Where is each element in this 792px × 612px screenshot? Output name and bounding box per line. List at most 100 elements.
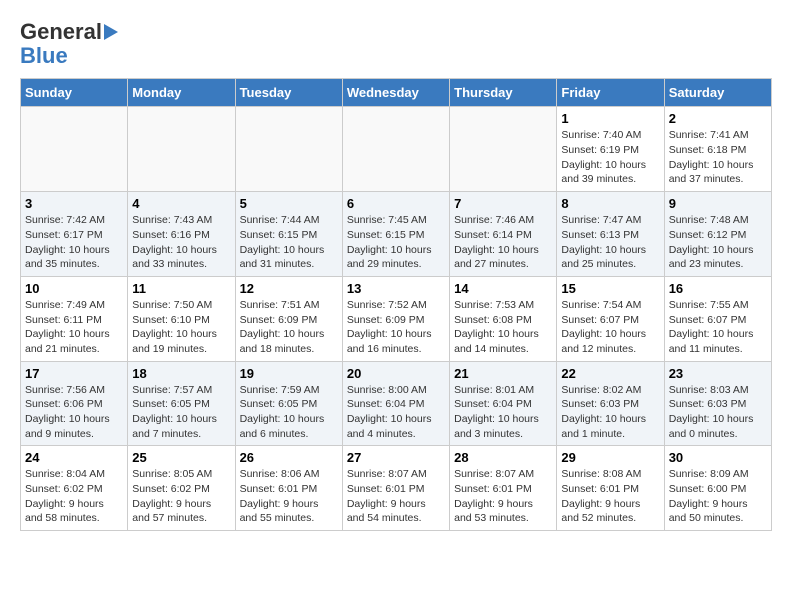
- calendar-cell: [128, 107, 235, 192]
- calendar-cell: 24 Sunrise: 8:04 AM Sunset: 6:02 PM Dayli…: [21, 446, 128, 531]
- day-number: 10: [25, 281, 123, 296]
- day-number: 20: [347, 366, 445, 381]
- calendar-cell: [342, 107, 449, 192]
- day-info: Sunrise: 7:55 AM Sunset: 6:07 PM Dayligh…: [669, 298, 767, 357]
- calendar-cell: 8 Sunrise: 7:47 AM Sunset: 6:13 PM Daylig…: [557, 192, 664, 277]
- calendar-cell: 1 Sunrise: 7:40 AM Sunset: 6:19 PM Daylig…: [557, 107, 664, 192]
- day-number: 17: [25, 366, 123, 381]
- day-info: Sunrise: 7:56 AM Sunset: 6:06 PM Dayligh…: [25, 383, 123, 442]
- calendar-cell: 18 Sunrise: 7:57 AM Sunset: 6:05 PM Dayli…: [128, 361, 235, 446]
- day-info: Sunrise: 8:02 AM Sunset: 6:03 PM Dayligh…: [561, 383, 659, 442]
- calendar-cell: 10 Sunrise: 7:49 AM Sunset: 6:11 PM Dayli…: [21, 276, 128, 361]
- day-number: 4: [132, 196, 230, 211]
- day-number: 13: [347, 281, 445, 296]
- page-header: General Blue: [20, 20, 772, 68]
- day-number: 3: [25, 196, 123, 211]
- weekday-header-monday: Monday: [128, 79, 235, 107]
- day-number: 28: [454, 450, 552, 465]
- calendar-cell: 17 Sunrise: 7:56 AM Sunset: 6:06 PM Dayli…: [21, 361, 128, 446]
- day-info: Sunrise: 7:41 AM Sunset: 6:18 PM Dayligh…: [669, 128, 767, 187]
- logo: General Blue: [20, 20, 118, 68]
- day-number: 12: [240, 281, 338, 296]
- calendar-cell: 11Sunrise: 7:50 AM Sunset: 6:10 PM Dayli…: [128, 276, 235, 361]
- calendar-cell: [235, 107, 342, 192]
- day-info: Sunrise: 7:49 AM Sunset: 6:11 PM Dayligh…: [25, 298, 123, 357]
- calendar-cell: 4 Sunrise: 7:43 AM Sunset: 6:16 PM Daylig…: [128, 192, 235, 277]
- day-info: Sunrise: 8:03 AM Sunset: 6:03 PM Dayligh…: [669, 383, 767, 442]
- calendar-week-row: 1 Sunrise: 7:40 AM Sunset: 6:19 PM Daylig…: [21, 107, 772, 192]
- day-info: Sunrise: 8:04 AM Sunset: 6:02 PM Dayligh…: [25, 467, 123, 526]
- day-info: Sunrise: 7:45 AM Sunset: 6:15 PM Dayligh…: [347, 213, 445, 272]
- calendar-week-row: 17 Sunrise: 7:56 AM Sunset: 6:06 PM Dayli…: [21, 361, 772, 446]
- day-info: Sunrise: 7:54 AM Sunset: 6:07 PM Dayligh…: [561, 298, 659, 357]
- calendar-cell: 29 Sunrise: 8:08 AM Sunset: 6:01 PM Dayli…: [557, 446, 664, 531]
- day-number: 8: [561, 196, 659, 211]
- weekday-header-saturday: Saturday: [664, 79, 771, 107]
- calendar-cell: 9 Sunrise: 7:48 AM Sunset: 6:12 PM Daylig…: [664, 192, 771, 277]
- calendar-cell: 23 Sunrise: 8:03 AM Sunset: 6:03 PM Dayli…: [664, 361, 771, 446]
- day-info: Sunrise: 7:52 AM Sunset: 6:09 PM Dayligh…: [347, 298, 445, 357]
- calendar-cell: 28 Sunrise: 8:07 AM Sunset: 6:01 PM Dayli…: [450, 446, 557, 531]
- day-info: Sunrise: 7:47 AM Sunset: 6:13 PM Dayligh…: [561, 213, 659, 272]
- weekday-header-friday: Friday: [557, 79, 664, 107]
- calendar-cell: 12 Sunrise: 7:51 AM Sunset: 6:09 PM Dayli…: [235, 276, 342, 361]
- day-info: Sunrise: 7:44 AM Sunset: 6:15 PM Dayligh…: [240, 213, 338, 272]
- calendar-header-row: SundayMondayTuesdayWednesdayThursdayFrid…: [21, 79, 772, 107]
- day-number: 9: [669, 196, 767, 211]
- weekday-header-sunday: Sunday: [21, 79, 128, 107]
- day-number: 19: [240, 366, 338, 381]
- calendar-week-row: 24 Sunrise: 8:04 AM Sunset: 6:02 PM Dayli…: [21, 446, 772, 531]
- day-info: Sunrise: 8:00 AM Sunset: 6:04 PM Dayligh…: [347, 383, 445, 442]
- day-number: 2: [669, 111, 767, 126]
- day-number: 23: [669, 366, 767, 381]
- day-number: 29: [561, 450, 659, 465]
- weekday-header-tuesday: Tuesday: [235, 79, 342, 107]
- day-number: 1: [561, 111, 659, 126]
- calendar-cell: [21, 107, 128, 192]
- calendar-table: SundayMondayTuesdayWednesdayThursdayFrid…: [20, 78, 772, 531]
- day-info: Sunrise: 7:40 AM Sunset: 6:19 PM Dayligh…: [561, 128, 659, 187]
- day-number: 21: [454, 366, 552, 381]
- calendar-cell: 3Sunrise: 7:42 AM Sunset: 6:17 PM Daylig…: [21, 192, 128, 277]
- day-number: 11: [132, 281, 230, 296]
- day-info: Sunrise: 7:48 AM Sunset: 6:12 PM Dayligh…: [669, 213, 767, 272]
- calendar-cell: 19 Sunrise: 7:59 AM Sunset: 6:05 PM Dayli…: [235, 361, 342, 446]
- weekday-header-wednesday: Wednesday: [342, 79, 449, 107]
- calendar-cell: 27Sunrise: 8:07 AM Sunset: 6:01 PM Dayli…: [342, 446, 449, 531]
- day-info: Sunrise: 7:53 AM Sunset: 6:08 PM Dayligh…: [454, 298, 552, 357]
- day-number: 18: [132, 366, 230, 381]
- day-number: 15: [561, 281, 659, 296]
- calendar-cell: 16 Sunrise: 7:55 AM Sunset: 6:07 PM Dayli…: [664, 276, 771, 361]
- day-info: Sunrise: 7:59 AM Sunset: 6:05 PM Dayligh…: [240, 383, 338, 442]
- logo-text: General: [20, 20, 102, 44]
- calendar-cell: 22Sunrise: 8:02 AM Sunset: 6:03 PM Dayli…: [557, 361, 664, 446]
- day-number: 26: [240, 450, 338, 465]
- weekday-header-thursday: Thursday: [450, 79, 557, 107]
- calendar-week-row: 3Sunrise: 7:42 AM Sunset: 6:17 PM Daylig…: [21, 192, 772, 277]
- day-number: 27: [347, 450, 445, 465]
- day-number: 16: [669, 281, 767, 296]
- day-number: 6: [347, 196, 445, 211]
- day-number: 14: [454, 281, 552, 296]
- day-info: Sunrise: 8:05 AM Sunset: 6:02 PM Dayligh…: [132, 467, 230, 526]
- logo-arrow-icon: [104, 24, 118, 40]
- day-number: 25: [132, 450, 230, 465]
- day-info: Sunrise: 8:08 AM Sunset: 6:01 PM Dayligh…: [561, 467, 659, 526]
- day-info: Sunrise: 8:07 AM Sunset: 6:01 PM Dayligh…: [454, 467, 552, 526]
- calendar-cell: 6 Sunrise: 7:45 AM Sunset: 6:15 PM Daylig…: [342, 192, 449, 277]
- day-info: Sunrise: 7:51 AM Sunset: 6:09 PM Dayligh…: [240, 298, 338, 357]
- day-info: Sunrise: 7:43 AM Sunset: 6:16 PM Dayligh…: [132, 213, 230, 272]
- day-number: 30: [669, 450, 767, 465]
- day-number: 7: [454, 196, 552, 211]
- calendar-cell: 14 Sunrise: 7:53 AM Sunset: 6:08 PM Dayli…: [450, 276, 557, 361]
- calendar-week-row: 10 Sunrise: 7:49 AM Sunset: 6:11 PM Dayli…: [21, 276, 772, 361]
- day-info: Sunrise: 8:01 AM Sunset: 6:04 PM Dayligh…: [454, 383, 552, 442]
- calendar-cell: 7 Sunrise: 7:46 AM Sunset: 6:14 PM Daylig…: [450, 192, 557, 277]
- calendar-cell: 5 Sunrise: 7:44 AM Sunset: 6:15 PM Daylig…: [235, 192, 342, 277]
- day-number: 24: [25, 450, 123, 465]
- day-number: 5: [240, 196, 338, 211]
- logo-blue: Blue: [20, 44, 68, 68]
- day-info: Sunrise: 7:46 AM Sunset: 6:14 PM Dayligh…: [454, 213, 552, 272]
- calendar-cell: 25 Sunrise: 8:05 AM Sunset: 6:02 PM Dayli…: [128, 446, 235, 531]
- day-info: Sunrise: 7:57 AM Sunset: 6:05 PM Dayligh…: [132, 383, 230, 442]
